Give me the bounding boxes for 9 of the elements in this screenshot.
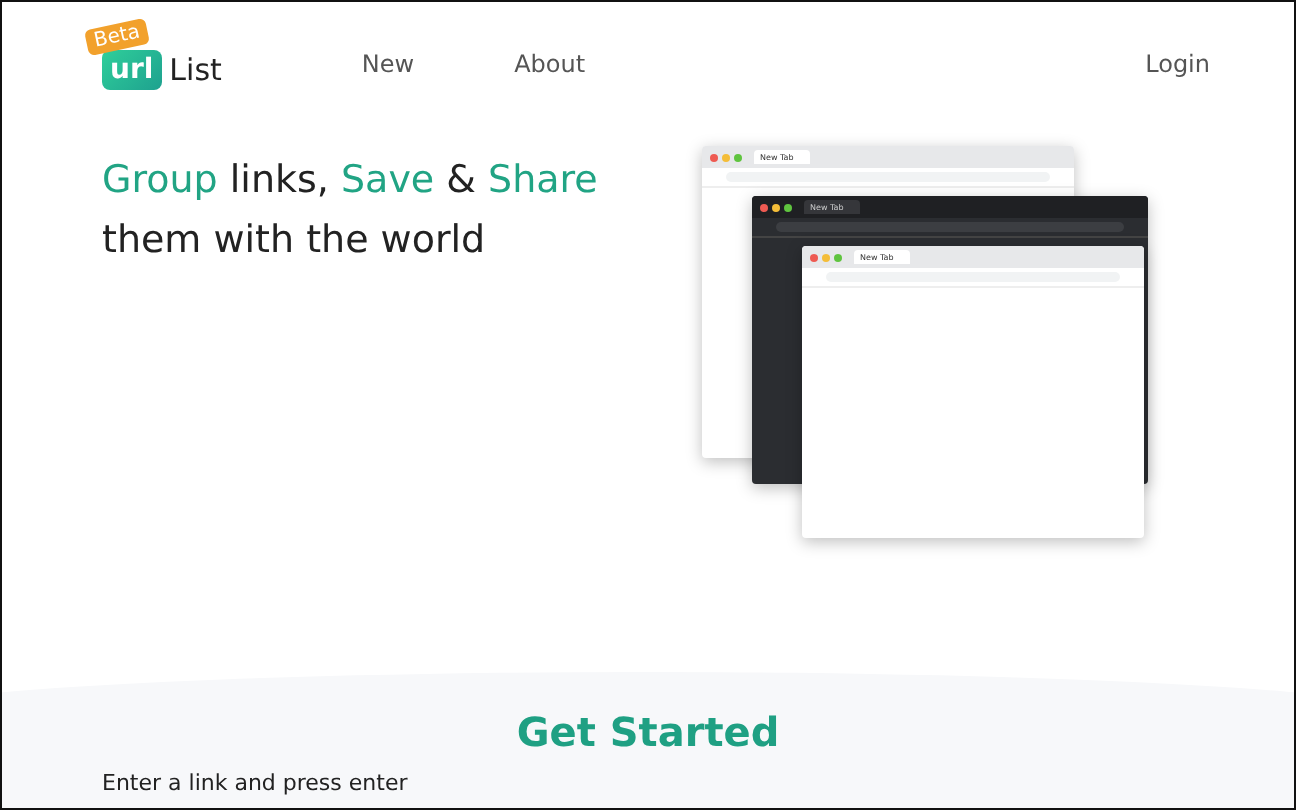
section-title: Get Started: [516, 708, 780, 756]
nav-link[interactable]: About: [514, 50, 586, 78]
logo-name: List: [169, 52, 222, 88]
prompt-text: Enter a link and press enter: [102, 770, 408, 796]
login-link[interactable]: Login: [1145, 50, 1210, 78]
headline: Group links, Save & Share them with the world: [102, 156, 600, 266]
logo-mark: url: [102, 50, 162, 90]
beta-badge: Beta: [84, 17, 151, 57]
nav-link[interactable]: New: [361, 50, 415, 78]
